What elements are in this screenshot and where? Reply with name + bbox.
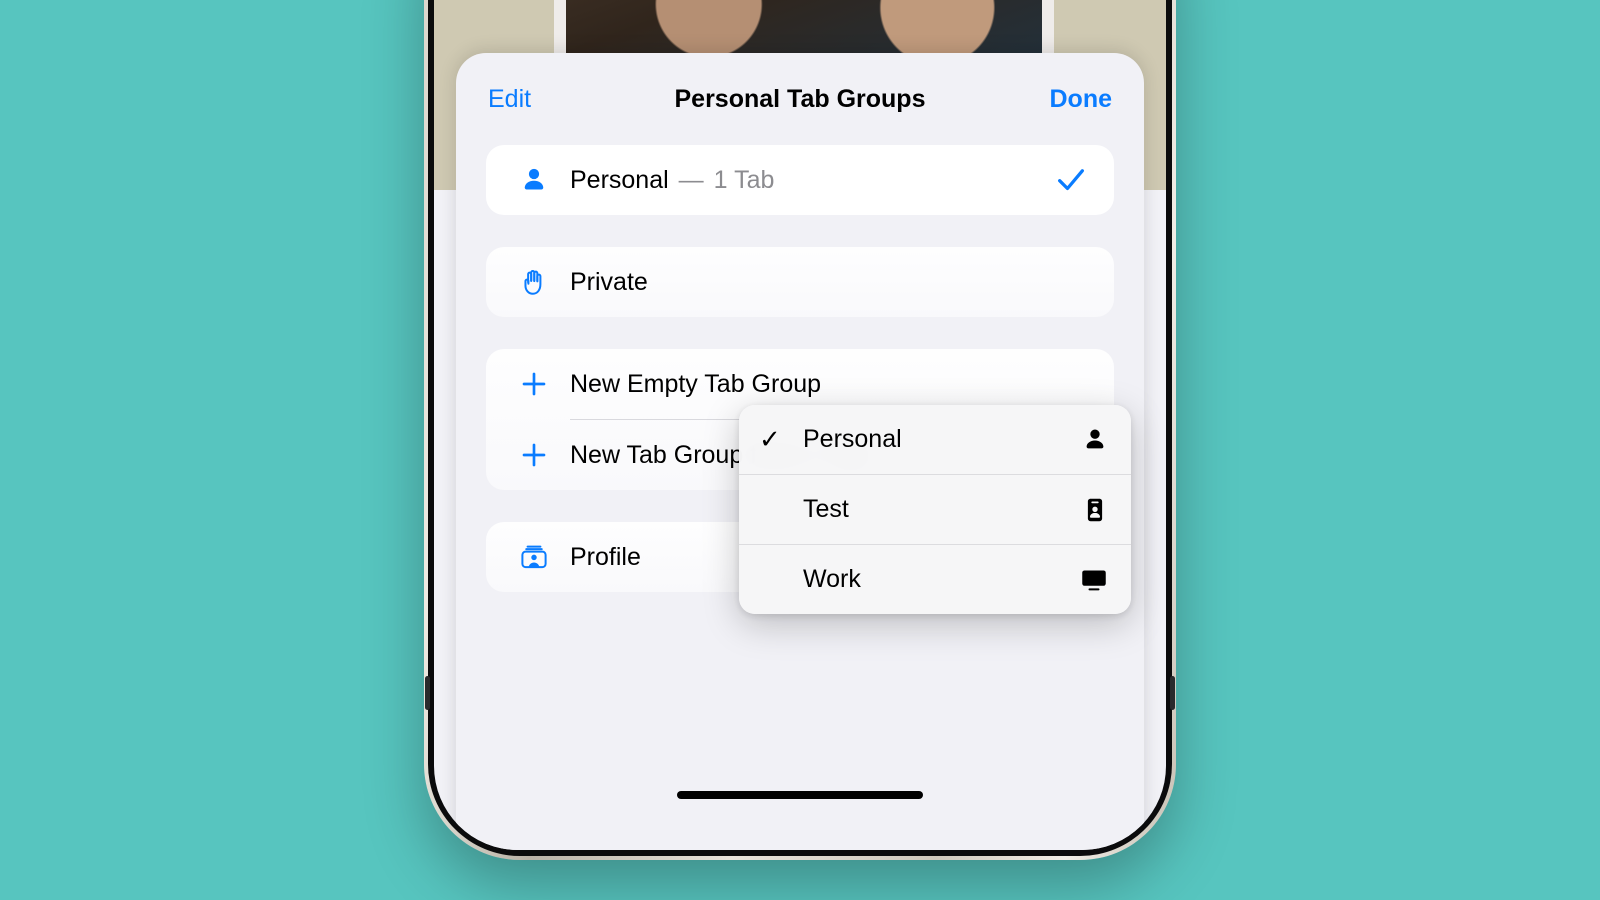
raised-hand-icon (512, 266, 556, 298)
menu-item-work[interactable]: Work (739, 545, 1131, 614)
person-icon (512, 165, 556, 195)
menu-item-label: Test (803, 495, 849, 523)
tab-group-dash: — (678, 165, 704, 194)
phone-screen: ...chambers has been in... HOW Edit Pers… (434, 0, 1166, 850)
tab-group-count: 1 Tab (713, 165, 775, 194)
screenshot-canvas: ...chambers has been in... HOW Edit Pers… (0, 0, 1600, 900)
tab-group-name: Personal (570, 165, 669, 194)
edit-button[interactable]: Edit (488, 85, 531, 114)
page-title: Personal Tab Groups (674, 84, 926, 113)
plus-icon (512, 368, 556, 400)
tab-group-row-personal[interactable]: Personal — 1 Tab (486, 145, 1114, 215)
home-indicator (677, 791, 923, 799)
menu-item-test[interactable]: Test (739, 475, 1131, 544)
private-card: Private (486, 247, 1114, 317)
tab-groups-sheet: Edit Personal Tab Groups Done Personal —… (456, 53, 1144, 850)
checkmark-icon (1054, 163, 1088, 197)
profile-context-menu[interactable]: ✓ Personal Test Work (739, 405, 1131, 614)
done-button[interactable]: Done (1050, 85, 1113, 114)
power-button[interactable] (1170, 676, 1175, 710)
tab-group-card: Personal — 1 Tab (486, 145, 1114, 215)
private-row[interactable]: Private (486, 247, 1114, 317)
person-card-icon (512, 541, 556, 573)
menu-item-personal[interactable]: ✓ Personal (739, 405, 1131, 474)
plus-icon (512, 439, 556, 471)
display-icon (1079, 565, 1109, 595)
id-card-icon (1081, 496, 1109, 524)
iphone-device: ...chambers has been in... HOW Edit Pers… (424, 0, 1176, 860)
checkmark-icon: ✓ (759, 424, 781, 454)
sheet-header: Edit Personal Tab Groups Done (456, 53, 1144, 145)
new-empty-tab-group-label: New Empty Tab Group (570, 369, 822, 398)
menu-item-label: Work (803, 565, 861, 593)
person-fill-icon (1081, 426, 1109, 454)
volume-button[interactable] (425, 676, 430, 710)
private-label: Private (570, 267, 648, 296)
webpage-photo: ...chambers has been in... HOW (566, 0, 1042, 58)
menu-item-label: Personal (803, 425, 902, 453)
profile-label: Profile (570, 542, 641, 571)
